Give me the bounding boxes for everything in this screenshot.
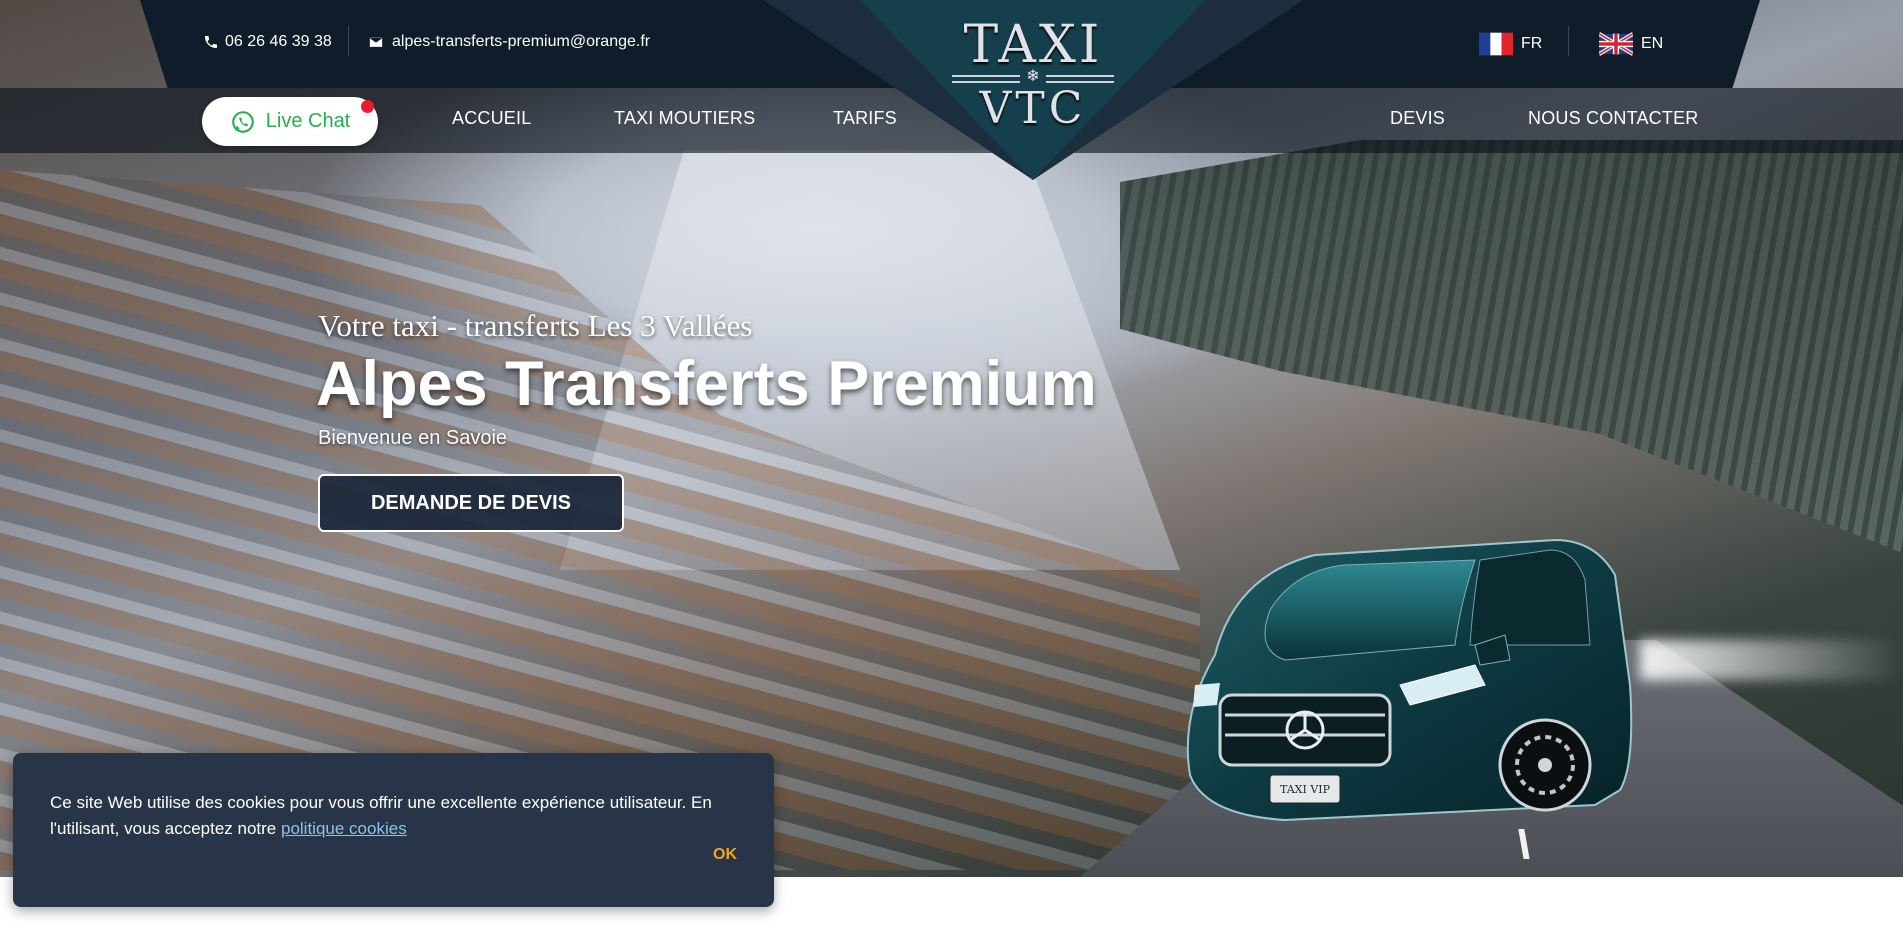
cookie-message: Ce site Web utilise des cookies pour vou… (50, 790, 750, 842)
lang-en[interactable]: EN (1599, 32, 1663, 56)
lang-fr-label: FR (1521, 35, 1543, 52)
snowflake-icon: ❄ (1026, 66, 1040, 85)
van-plate-text: TAXI VIP (1280, 783, 1331, 796)
forest (1120, 140, 1903, 560)
lang-en-label: EN (1641, 35, 1664, 52)
logo-line-1: TAXI (963, 15, 1103, 75)
contact-separator (348, 26, 349, 56)
email-link[interactable]: alpes-transferts-premium@orange.fr (366, 33, 650, 51)
notification-dot (361, 100, 374, 113)
cookie-policy-link[interactable]: politique cookies (281, 819, 407, 838)
phone-link[interactable]: 06 26 46 39 38 (203, 33, 332, 51)
nav-accueil[interactable]: ACCUEIL (452, 108, 531, 129)
headlight-beam (1640, 640, 1903, 680)
hero-subtitle: Votre taxi - transferts Les 3 Vallées (318, 308, 753, 343)
france-flag-icon (1479, 32, 1513, 56)
hero-welcome: Bienvenue en Savoie (318, 427, 508, 449)
hero-title: Alpes Transferts Premium (316, 349, 1097, 419)
nav-taxi-moutiers[interactable]: TAXI MOUTIERS (614, 108, 755, 129)
email-address: alpes-transferts-premium@orange.fr (392, 33, 651, 50)
live-chat-label: Live Chat (265, 110, 351, 132)
quote-request-button[interactable]: DEMANDE DE DEVIS (318, 474, 624, 532)
cookie-ok-button[interactable]: OK (713, 846, 737, 864)
nav-nous-contacter[interactable]: NOUS CONTACTER (1528, 108, 1698, 129)
whatsapp-icon (231, 110, 254, 133)
lang-separator (1568, 26, 1569, 56)
phone-icon (205, 36, 217, 48)
live-chat-button[interactable]: Live Chat (202, 97, 378, 146)
uk-flag-icon (1599, 32, 1633, 56)
taxi-vtc-logo[interactable]: TAXI ❄ VTC (948, 18, 1118, 138)
logo-line-2: VTC (979, 83, 1087, 134)
nav-tarifs[interactable]: TARIFS (833, 108, 897, 129)
envelope-icon (368, 36, 384, 48)
lang-fr[interactable]: FR (1479, 32, 1542, 56)
logo-divider: ❄ (952, 66, 1114, 86)
phone-number: 06 26 46 39 38 (225, 33, 332, 50)
nav-devis[interactable]: DEVIS (1390, 108, 1445, 129)
van-image: TAXI VIP (1186, 538, 1633, 822)
cookie-banner: Ce site Web utilise des cookies pour vou… (13, 753, 774, 907)
